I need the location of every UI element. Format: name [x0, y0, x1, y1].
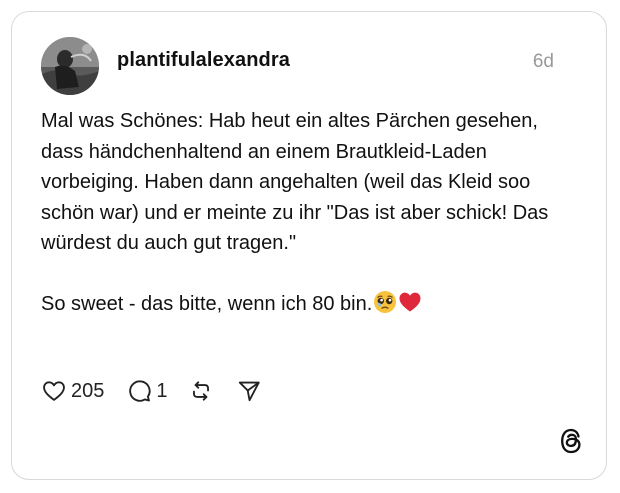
- reply-button[interactable]: 1: [126, 378, 168, 404]
- reply-count: 1: [156, 379, 168, 402]
- post-actions: 205 1: [41, 376, 262, 406]
- post-text: Mal was Schönes: Hab heut ein altes Pärc…: [41, 106, 571, 324]
- post-paragraph-2-text: So sweet - das bitte, wenn ich 80 bin.: [41, 293, 373, 315]
- send-icon: [238, 381, 260, 402]
- share-button[interactable]: [236, 378, 262, 404]
- like-count: 205: [71, 379, 105, 402]
- repost-button[interactable]: [188, 378, 214, 404]
- username[interactable]: plantifulalexandra: [117, 49, 290, 72]
- post-paragraph-1: Mal was Schönes: Hab heut ein altes Pärc…: [41, 110, 549, 254]
- post-paragraph-2: So sweet - das bitte, wenn ich 80 bin.: [41, 289, 571, 324]
- speech-bubble-icon: [129, 380, 151, 402]
- red-heart-emoji: [398, 290, 422, 324]
- post-timestamp: 6d: [532, 51, 554, 72]
- pleading-face-emoji: [373, 290, 397, 324]
- repost-icon: [192, 381, 209, 401]
- like-button[interactable]: 205: [41, 378, 104, 404]
- avatar[interactable]: [41, 37, 99, 95]
- threads-logo-icon[interactable]: [558, 427, 584, 455]
- heart-icon: [43, 381, 65, 401]
- avatar-photo: [41, 37, 99, 95]
